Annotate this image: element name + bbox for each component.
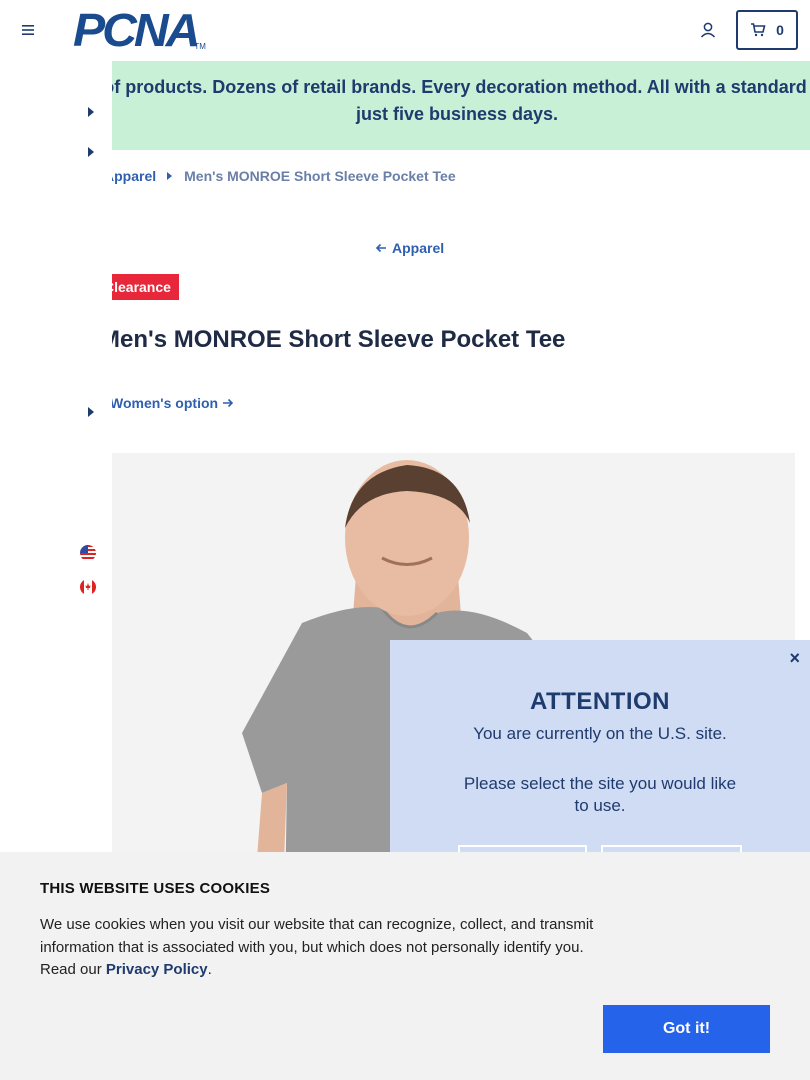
modal-title: ATTENTION	[529, 688, 671, 715]
caret-right-icon[interactable]	[87, 147, 95, 157]
cart-icon	[751, 23, 766, 37]
caret-right-icon	[167, 172, 173, 180]
close-icon[interactable]: ×	[789, 648, 800, 669]
cookie-title: THIS WEBSITE USES COOKIES	[40, 880, 271, 897]
promo-text: Thousands of products. Dozens of retail …	[112, 77, 810, 124]
caret-right-icon[interactable]	[87, 107, 95, 117]
breadcrumb-apparel[interactable]: Apparel	[112, 168, 156, 184]
back-to-apparel-link[interactable]: Apparel	[375, 240, 444, 256]
privacy-policy-link[interactable]: Privacy Policy	[106, 961, 208, 978]
back-link-label: Apparel	[392, 240, 445, 256]
modal-select-site-text: Please select the site you would like to…	[463, 774, 737, 815]
cart-count: 0	[776, 22, 784, 38]
logo-text: PCNA	[73, 4, 200, 56]
caret-right-icon[interactable]	[87, 407, 95, 417]
modal-current-site-text: You are currently on the U.S. site.	[473, 724, 727, 743]
canada-flag-icon[interactable]	[80, 579, 96, 595]
breadcrumb-current: Men's MONROE Short Sleeve Pocket Tee	[184, 168, 456, 184]
arrow-right-icon	[223, 398, 234, 408]
option-link-label: Women's option	[110, 395, 219, 411]
womens-option-link[interactable]: Women's option	[110, 395, 234, 411]
us-flag-icon[interactable]	[80, 545, 96, 561]
accept-cookies-button[interactable]: Got it!	[603, 1005, 770, 1053]
account-icon[interactable]	[699, 21, 717, 39]
cart-button[interactable]: 0	[736, 10, 798, 50]
product-title-text: Men's MONROE Short Sleeve Pocket Tee	[112, 326, 566, 353]
cookie-banner: THIS WEBSITE USES COOKIES We use cookies…	[0, 852, 810, 1080]
cookie-period: .	[207, 961, 212, 978]
arrow-left-icon	[375, 243, 386, 253]
pcna-logo[interactable]: PCNATM	[73, 4, 206, 56]
promo-banner: Thousands of products. Dozens of retail …	[112, 61, 810, 150]
site-header: PCNATM 0	[0, 0, 810, 61]
menu-icon[interactable]	[20, 22, 36, 38]
cookie-text: We use cookies when you visit our websit…	[40, 914, 600, 982]
breadcrumb: Apparel Men's MONROE Short Sleeve Pocket…	[112, 168, 810, 184]
product-title: Men's MONROE Short Sleeve Pocket Tee	[112, 326, 810, 354]
